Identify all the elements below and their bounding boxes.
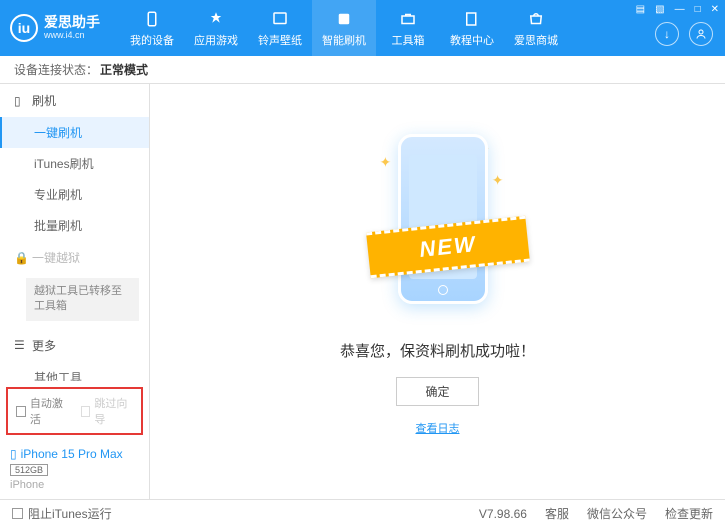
checkbox-icon bbox=[81, 406, 91, 417]
sidebar: ▯ 刷机 一键刷机 iTunes刷机 专业刷机 批量刷机 🔒 一键越狱 越狱工具… bbox=[0, 84, 150, 499]
footer-update[interactable]: 检查更新 bbox=[665, 505, 713, 522]
sidebar-item-pro[interactable]: 专业刷机 bbox=[0, 179, 149, 210]
checkbox-auto-activate[interactable]: 自动激活 bbox=[16, 395, 69, 427]
tab-store[interactable]: 爱思商城 bbox=[504, 0, 568, 56]
tab-toolbox[interactable]: 工具箱 bbox=[376, 0, 440, 56]
status-value: 正常模式 bbox=[100, 61, 148, 78]
connected-device[interactable]: ▯ iPhone 15 Pro Max 512GB iPhone bbox=[0, 441, 149, 499]
footer-support[interactable]: 客服 bbox=[545, 505, 569, 522]
store-icon bbox=[526, 9, 546, 29]
window-controls: ▤ ▧ — □ ✕ bbox=[636, 4, 719, 15]
device-storage: 512GB bbox=[10, 464, 48, 476]
device-name-text: iPhone 15 Pro Max bbox=[21, 447, 123, 461]
phone-graphic bbox=[398, 134, 488, 304]
phone-icon: ▯ bbox=[14, 94, 26, 108]
flash-icon bbox=[334, 9, 354, 29]
image-icon bbox=[270, 9, 290, 29]
device-status-bar: 设备连接状态： 正常模式 bbox=[0, 56, 725, 84]
apps-icon bbox=[206, 9, 226, 29]
footer-wechat[interactable]: 微信公众号 bbox=[587, 505, 647, 522]
sidebar-section-flash[interactable]: ▯ 刷机 bbox=[0, 84, 149, 117]
sidebar-item-othertools[interactable]: 其他工具 bbox=[0, 362, 149, 381]
options-row-highlighted: 自动激活 跳过向导 bbox=[6, 387, 143, 435]
status-label: 设备连接状态： bbox=[14, 61, 98, 78]
minimize-icon[interactable]: — bbox=[675, 4, 685, 15]
tab-my-device[interactable]: 我的设备 bbox=[120, 0, 184, 56]
sidebar-item-oneclick[interactable]: 一键刷机 bbox=[0, 117, 149, 148]
sparkle-icon: ✦ bbox=[492, 172, 504, 189]
lock-icon: 🔒 bbox=[14, 251, 26, 265]
block-itunes-label[interactable]: 阻止iTunes运行 bbox=[28, 505, 112, 522]
sidebar-item-itunes[interactable]: iTunes刷机 bbox=[0, 148, 149, 179]
top-nav: 我的设备 应用游戏 铃声壁纸 智能刷机 工具箱 教程中心 爱思商城 bbox=[120, 0, 568, 56]
sidebar-item-batch[interactable]: 批量刷机 bbox=[0, 210, 149, 241]
logo-icon: iu bbox=[10, 14, 38, 42]
device-icon bbox=[142, 9, 162, 29]
app-url: www.i4.cn bbox=[44, 31, 100, 41]
book-icon bbox=[462, 9, 482, 29]
tab-ringtones[interactable]: 铃声壁纸 bbox=[248, 0, 312, 56]
toolbox-icon bbox=[398, 9, 418, 29]
tab-tutorials[interactable]: 教程中心 bbox=[440, 0, 504, 56]
tab-smart-flash[interactable]: 智能刷机 bbox=[312, 0, 376, 56]
checkbox-skip-wizard: 跳过向导 bbox=[81, 395, 134, 427]
sidebar-section-jailbreak: 🔒 一键越狱 bbox=[0, 241, 149, 274]
view-log-link[interactable]: 查看日志 bbox=[416, 420, 460, 436]
sparkle-icon: ✦ bbox=[380, 154, 392, 171]
app-title: 爱思助手 bbox=[44, 15, 100, 30]
maximize-icon[interactable]: □ bbox=[695, 4, 701, 15]
version-label: V7.98.66 bbox=[479, 507, 527, 521]
logo: iu 爱思助手 www.i4.cn bbox=[10, 14, 100, 42]
tab-apps[interactable]: 应用游戏 bbox=[184, 0, 248, 56]
checkbox-icon bbox=[16, 406, 26, 417]
ok-button[interactable]: 确定 bbox=[396, 377, 478, 406]
footer-bar: 阻止iTunes运行 V7.98.66 客服 微信公众号 检查更新 bbox=[0, 499, 725, 527]
app-header: iu 爱思助手 www.i4.cn 我的设备 应用游戏 铃声壁纸 智能刷机 工具… bbox=[0, 0, 725, 56]
device-type: iPhone bbox=[10, 479, 139, 491]
success-message: 恭喜您，保资料刷机成功啦！ bbox=[340, 340, 535, 361]
menu-icon[interactable]: ▤ bbox=[636, 4, 645, 15]
device-small-icon: ▯ bbox=[10, 447, 17, 461]
close-icon[interactable]: ✕ bbox=[711, 4, 719, 15]
sidebar-section-more[interactable]: ☰ 更多 bbox=[0, 329, 149, 362]
download-button[interactable]: ↓ bbox=[655, 22, 679, 46]
jailbreak-note: 越狱工具已转移至工具箱 bbox=[26, 278, 139, 321]
user-button[interactable] bbox=[689, 22, 713, 46]
new-banner: NEW bbox=[366, 216, 530, 278]
more-icon: ☰ bbox=[14, 338, 26, 352]
checkbox-icon[interactable] bbox=[12, 508, 23, 519]
main-content: ✦ ✦ ✦ NEW 恭喜您，保资料刷机成功啦！ 确定 查看日志 bbox=[150, 84, 725, 499]
skin-icon[interactable]: ▧ bbox=[655, 4, 664, 15]
success-illustration: ✦ ✦ ✦ NEW bbox=[368, 124, 508, 324]
